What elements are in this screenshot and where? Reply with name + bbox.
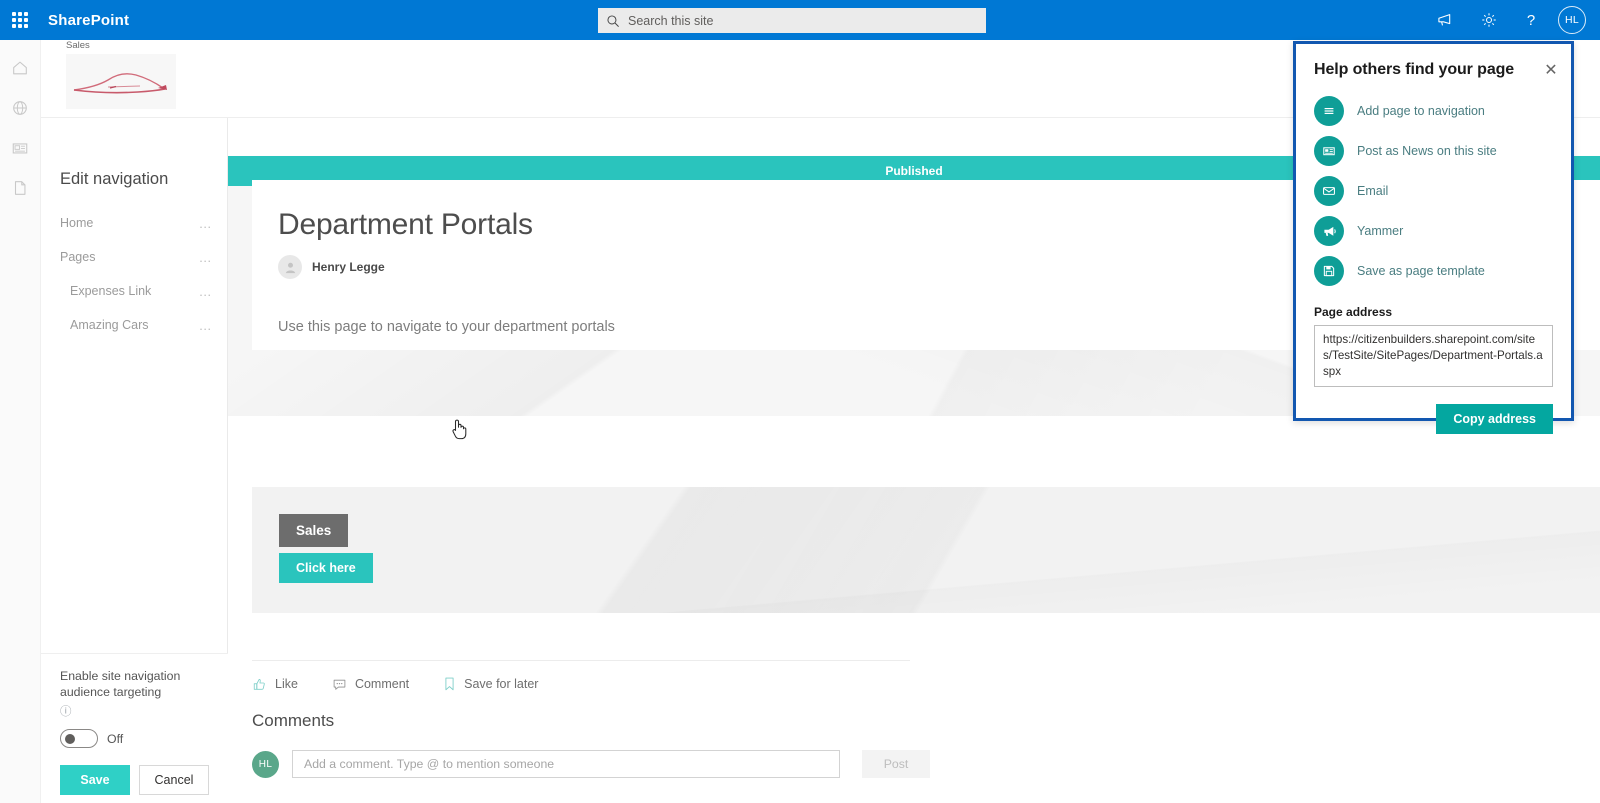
comment-button[interactable]: Comment bbox=[332, 677, 409, 692]
audience-targeting-toggle-row: Off bbox=[41, 720, 228, 748]
save-for-later-button[interactable]: Save for later bbox=[443, 676, 538, 692]
sharepoint-page-root: SharePoint Search this site ? HL Sales E… bbox=[0, 0, 1600, 803]
search-input[interactable] bbox=[628, 13, 978, 28]
nav-item-menu-icon[interactable]: … bbox=[199, 318, 213, 333]
edit-navigation-title: Edit navigation bbox=[60, 170, 169, 188]
help-panel-options: Add page to navigation Post as News on t… bbox=[1296, 91, 1571, 291]
banner-webpart: Sales Click here bbox=[252, 487, 1600, 613]
sidebar-item-news[interactable] bbox=[0, 128, 41, 168]
nav-item-menu-icon[interactable]: … bbox=[199, 284, 213, 299]
email-option[interactable]: Email bbox=[1296, 171, 1571, 211]
navigation-item-list: Home … Pages … Expenses Link … Amazing C… bbox=[41, 206, 227, 342]
comments-heading: Comments bbox=[252, 711, 335, 730]
post-comment-button[interactable]: Post bbox=[862, 750, 930, 778]
settings-gear-icon[interactable] bbox=[1470, 0, 1508, 40]
comment-label: Comment bbox=[354, 677, 410, 691]
audience-targeting-label: Enable site navigation audience targetin… bbox=[41, 654, 228, 721]
sidebar-item-home[interactable] bbox=[0, 48, 41, 88]
search-box[interactable] bbox=[598, 8, 986, 33]
nav-item-label: Home bbox=[60, 216, 94, 230]
author-name: Henry Legge bbox=[312, 260, 385, 274]
edit-navigation-footer: Enable site navigation audience targetin… bbox=[41, 652, 228, 803]
nav-item-label: Pages bbox=[60, 250, 96, 264]
option-label: Email bbox=[1357, 184, 1389, 198]
like-label: Like bbox=[275, 677, 298, 691]
nav-panel-buttons: Save Cancel bbox=[41, 748, 228, 795]
home-icon bbox=[13, 61, 27, 75]
car-line-art-icon bbox=[66, 54, 176, 109]
page-address-label: Page address bbox=[1314, 305, 1393, 319]
search-icon bbox=[607, 14, 619, 27]
nav-item-pages[interactable]: Pages … bbox=[41, 240, 227, 274]
suite-bar-actions: ? HL bbox=[1428, 0, 1594, 40]
nav-item-label: Amazing Cars bbox=[70, 318, 149, 332]
sidebar-item-pages[interactable] bbox=[0, 168, 41, 208]
sales-thumbnail-title: Sales bbox=[66, 40, 90, 51]
like-button[interactable]: Like bbox=[252, 677, 298, 692]
app-launcher-icon[interactable] bbox=[0, 0, 40, 40]
news-card-icon bbox=[1314, 136, 1344, 166]
person-icon bbox=[285, 262, 295, 273]
social-divider bbox=[252, 660, 910, 661]
comment-compose-row: HL Post bbox=[252, 750, 930, 778]
add-page-to-navigation-option[interactable]: Add page to navigation bbox=[1296, 91, 1571, 131]
waffle-grid bbox=[12, 12, 28, 28]
nav-item-home[interactable]: Home … bbox=[41, 206, 227, 240]
comment-bubble-icon bbox=[333, 679, 346, 690]
page-icon bbox=[14, 181, 26, 195]
banner-tag: Sales bbox=[279, 514, 349, 547]
save-for-later-label: Save for later bbox=[464, 677, 539, 691]
toggle-state-label: Off bbox=[107, 731, 124, 746]
thumbs-up-icon bbox=[253, 678, 265, 690]
nav-item-expenses-link[interactable]: Expenses Link … bbox=[41, 274, 227, 308]
announcements-icon[interactable] bbox=[1428, 0, 1466, 40]
comment-input[interactable] bbox=[292, 750, 840, 778]
globe-icon bbox=[13, 101, 27, 115]
avatar[interactable]: HL bbox=[1558, 6, 1586, 34]
option-label: Save as page template bbox=[1357, 264, 1485, 278]
cancel-button[interactable]: Cancel bbox=[139, 765, 209, 795]
nav-item-menu-icon[interactable]: … bbox=[199, 216, 213, 231]
sales-thumbnail-card[interactable]: Sales bbox=[66, 40, 176, 109]
copy-address-button[interactable]: Copy address bbox=[1436, 404, 1553, 434]
nav-item-menu-icon[interactable]: … bbox=[199, 250, 213, 265]
post-as-news-option[interactable]: Post as News on this site bbox=[1296, 131, 1571, 171]
click-here-button[interactable]: Click here bbox=[279, 553, 373, 583]
help-others-find-page-panel: Help others find your page ✕ Add page to… bbox=[1293, 41, 1574, 434]
bookmark-icon bbox=[445, 677, 454, 691]
nav-item-label: Expenses Link bbox=[70, 284, 152, 298]
option-label: Add page to navigation bbox=[1357, 104, 1485, 118]
sharepoint-brand-link[interactable]: SharePoint bbox=[48, 12, 129, 29]
copy-address-wrap: Copy address bbox=[1296, 387, 1571, 434]
audience-targeting-toggle[interactable] bbox=[60, 729, 98, 748]
page-address-field[interactable]: https://citizenbuilders.sharepoint.com/s… bbox=[1314, 325, 1553, 387]
sidebar-item-sites[interactable] bbox=[0, 88, 41, 128]
social-actions: Like Comment Save for later bbox=[252, 676, 538, 692]
navigation-lines-icon bbox=[1314, 96, 1344, 126]
option-label: Post as News on this site bbox=[1357, 144, 1497, 158]
edit-navigation-panel: Edit navigation Home … Pages … Expenses … bbox=[41, 118, 228, 803]
nav-item-amazing-cars[interactable]: Amazing Cars … bbox=[41, 308, 227, 342]
yammer-option[interactable]: Yammer bbox=[1296, 211, 1571, 251]
help-panel-title: Help others find your page bbox=[1314, 61, 1515, 78]
left-icon-rail bbox=[0, 40, 41, 803]
suite-bar: SharePoint Search this site ? HL bbox=[0, 0, 1600, 40]
save-as-page-template-option[interactable]: Save as page template bbox=[1296, 251, 1571, 291]
news-icon bbox=[12, 143, 28, 154]
save-floppy-icon bbox=[1314, 256, 1344, 286]
close-icon[interactable]: ✕ bbox=[1541, 60, 1561, 80]
yammer-megaphone-icon bbox=[1314, 216, 1344, 246]
author-avatar bbox=[278, 255, 302, 279]
info-icon[interactable]: ⓘ bbox=[60, 704, 72, 721]
comment-avatar: HL bbox=[252, 750, 279, 778]
envelope-icon bbox=[1314, 176, 1344, 206]
option-label: Yammer bbox=[1357, 224, 1404, 238]
help-icon[interactable]: ? bbox=[1512, 0, 1550, 40]
audience-targeting-text: Enable site navigation audience targetin… bbox=[60, 668, 181, 700]
save-button[interactable]: Save bbox=[60, 765, 130, 795]
